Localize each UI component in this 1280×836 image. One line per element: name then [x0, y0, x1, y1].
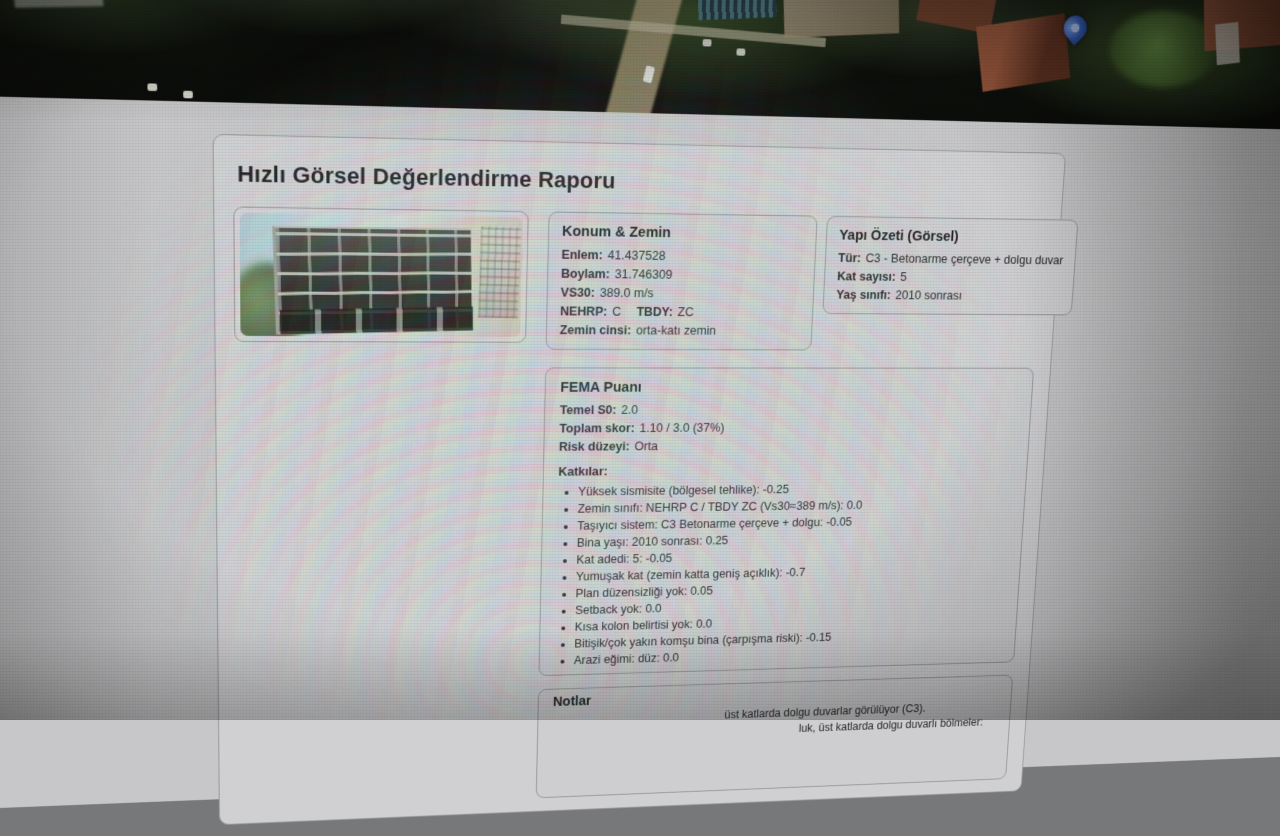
- section-heading: Yapı Özeti (Görsel): [839, 228, 1065, 247]
- photo-building-neighbor: [478, 226, 521, 318]
- map-wall-light: [1215, 22, 1240, 65]
- field-enlem: Enlem:41.437528: [561, 246, 803, 268]
- report-card: Hızlı Görsel Değerlendirme Raporu Konum …: [213, 134, 1067, 825]
- section-heading: FEMA Puanı: [560, 380, 1019, 396]
- monitor-screen: Hızlı Görsel Değerlendirme Raporu Konum …: [0, 0, 1280, 809]
- section-yapi-ozeti: Yapı Özeti (Görsel) Tür:C3 - Betonarme ç…: [822, 216, 1078, 316]
- field-temel-s0: Temel S0:2.0: [560, 400, 1018, 420]
- satellite-map[interactable]: [0, 0, 1280, 134]
- map-building-gray: [11, 0, 103, 8]
- map-building-tan: [783, 0, 899, 38]
- field-boylam: Boylam:31.746309: [561, 265, 802, 286]
- field-zemin-cinsi: Zemin cinsi:orta-katı zemin: [560, 321, 800, 340]
- field-risk-duzeyi: Risk düzeyi:Orta: [559, 435, 1016, 456]
- map-car-dot: [183, 91, 193, 99]
- page-title: Hızlı Görsel Değerlendirme Raporu: [237, 161, 1043, 202]
- map-car-dot: [736, 48, 745, 55]
- map-car-dot: [703, 39, 712, 46]
- field-yas-sinifi: Yaş sınıfı:2010 sonrası: [836, 286, 1061, 306]
- photo-building-ground-floor: [280, 307, 473, 335]
- section-konum-zemin: Konum & Zemin Enlem:41.437528 Boylam:31.…: [546, 211, 818, 350]
- field-nehrp-tbdy: NEHRP:CTBDY:ZC: [560, 302, 800, 322]
- building-photo: [240, 213, 523, 337]
- map-roof-teal: [698, 0, 777, 20]
- section-notlar: Notlar üst katlarda dolgu duvarlar görül…: [536, 675, 1013, 799]
- map-roof-red-2: [976, 13, 1070, 92]
- katkilar-label: Katkılar:: [558, 460, 1013, 478]
- katkilar-list: Yüksek sismisite (bölgesel tehlike): -0.…: [554, 479, 1013, 670]
- section-fema-puani: FEMA Puanı Temel S0:2.0 Toplam skor:1.10…: [538, 367, 1034, 676]
- building-photo-thumb[interactable]: [233, 206, 528, 342]
- field-kat-sayisi: Kat sayısı:5: [837, 268, 1063, 288]
- field-vs30: VS30:389.0 m/s: [560, 284, 801, 304]
- map-car-dot: [147, 83, 157, 91]
- report-right-column: Konum & Zemin Enlem:41.437528 Boylam:31.…: [536, 211, 1045, 798]
- section-heading: Konum & Zemin: [562, 224, 804, 243]
- field-tur: Tür:C3 - Betonarme çerçeve + dolgu duvar: [838, 249, 1064, 270]
